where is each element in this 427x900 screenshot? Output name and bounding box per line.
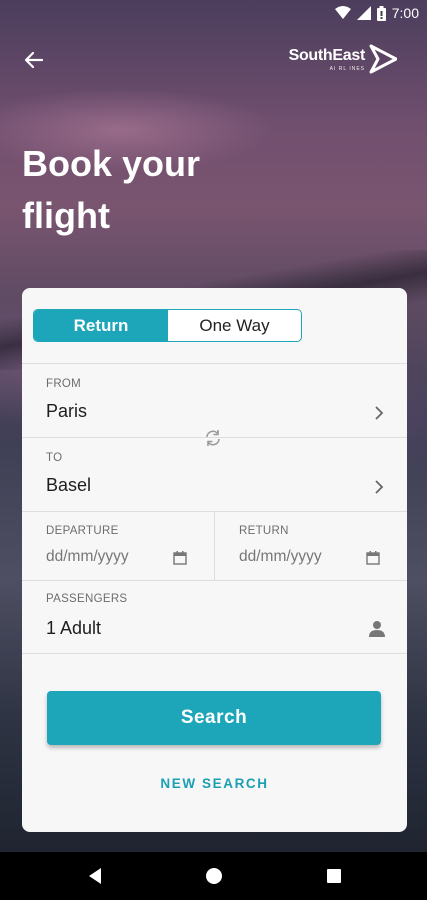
to-field[interactable]: TO Basel (22, 437, 407, 511)
chevron-right-icon (375, 406, 384, 420)
back-button[interactable] (22, 48, 46, 72)
departure-input: dd/mm/yyyy (46, 548, 129, 565)
wifi-icon (334, 6, 351, 19)
return-input: dd/mm/yyyy (239, 548, 322, 565)
person-icon (369, 621, 385, 637)
brand-name: SouthEast (288, 46, 366, 64)
signal-icon (356, 6, 371, 20)
from-label: FROM (46, 378, 82, 390)
status-icons: 7:00 (334, 5, 419, 21)
chevron-right-icon (375, 480, 384, 494)
to-value: Basel (46, 475, 92, 495)
title-line-2: flight (22, 195, 110, 236)
booking-card: Return One Way FROM Paris TO Basel DEPAR… (22, 288, 407, 832)
return-field[interactable]: RETURN dd/mm/yyyy (214, 512, 407, 580)
trip-type-toggle: Return One Way (33, 309, 302, 342)
passengers-label: PASSENGERS (46, 593, 128, 605)
recents-square-icon[interactable] (324, 866, 344, 886)
paper-plane-icon (369, 44, 397, 74)
back-triangle-icon[interactable] (85, 866, 105, 886)
departure-field[interactable]: DEPARTURE dd/mm/yyyy (22, 512, 214, 580)
title-line-1: Book your (22, 143, 201, 184)
system-nav-bar (0, 852, 427, 900)
page-title: Book your flight (22, 138, 200, 242)
passengers-value: 1 Adult (46, 618, 102, 638)
arrow-left-icon (24, 51, 44, 69)
calendar-icon (366, 551, 380, 565)
brand-wordmark: SouthEast AI RL INES (288, 46, 366, 72)
new-search-link[interactable]: NEW SEARCH (22, 776, 407, 791)
trip-type-return[interactable]: Return (34, 310, 168, 341)
brand-logo: SouthEast AI RL INES (289, 44, 397, 74)
brand-tagline: AI RL INES (329, 65, 365, 72)
departure-label: DEPARTURE (46, 525, 119, 537)
status-bar: 7:00 (0, 0, 427, 28)
home-circle-icon[interactable] (204, 866, 224, 886)
return-label: RETURN (239, 525, 289, 537)
trip-type-one-way[interactable]: One Way (168, 310, 301, 341)
calendar-icon (173, 551, 187, 565)
from-value: Paris (46, 401, 88, 421)
battery-icon (376, 5, 386, 21)
from-field[interactable]: FROM Paris (22, 363, 407, 437)
search-button[interactable]: Search (47, 691, 381, 745)
status-time: 7:00 (391, 5, 419, 21)
swap-refresh-icon[interactable] (204, 429, 222, 447)
passengers-field[interactable]: PASSENGERS 1 Adult (22, 580, 407, 654)
dates-row: DEPARTURE dd/mm/yyyy RETURN dd/mm/yyyy (22, 511, 407, 580)
to-label: TO (46, 452, 63, 464)
